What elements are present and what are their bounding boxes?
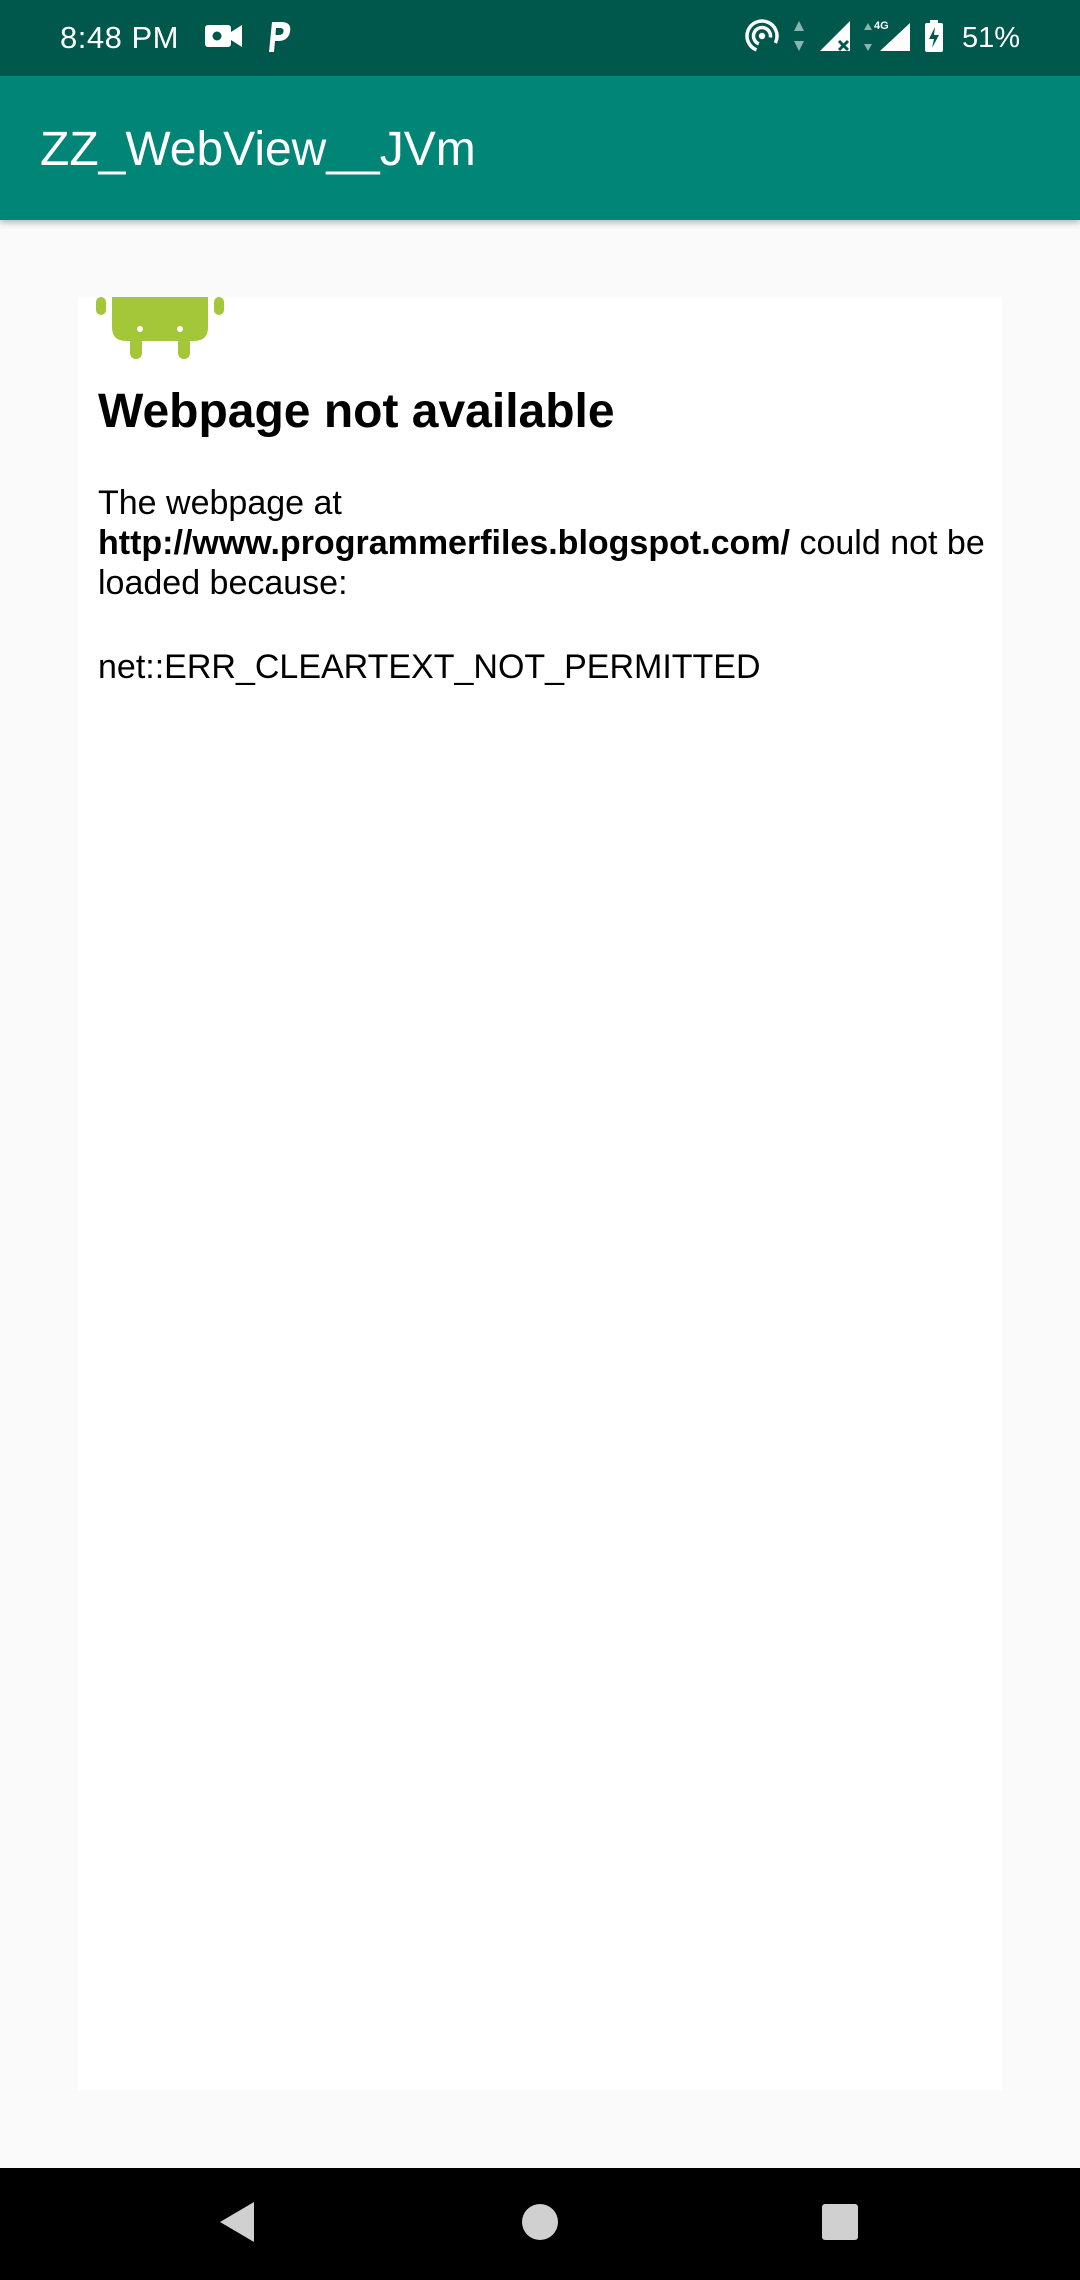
error-title: Webpage not available — [98, 385, 615, 438]
status-time: 8:48 PM — [60, 20, 179, 55]
home-button[interactable] — [510, 2194, 570, 2254]
app-bar: ZZ_WebView__JVm — [0, 76, 1080, 220]
battery-percentage: 51% — [961, 22, 1020, 54]
recents-button[interactable] — [810, 2194, 870, 2254]
back-icon — [218, 2200, 258, 2249]
navigation-bar — [0, 2168, 1080, 2280]
recents-icon — [820, 2202, 860, 2247]
status-left-icons — [204, 18, 294, 58]
hotspot-icon — [744, 18, 780, 59]
svg-text:4G: 4G — [874, 20, 889, 32]
webview[interactable]: Webpage not available The webpage at http… — [78, 297, 1002, 2090]
battery-icon — [924, 19, 944, 58]
signal-4g-icon: 4G — [863, 19, 912, 58]
status-right-icons: 4G 51% — [744, 18, 1020, 58]
error-code: net::ERR_CLEARTEXT_NOT_PERMITTED — [98, 648, 761, 686]
error-message-prefix: The webpage at — [98, 484, 342, 522]
data-activity-icon — [792, 19, 806, 58]
app-title: ZZ_WebView__JVm — [40, 123, 476, 176]
error-url: http://www.programmerfiles.blogspot.com/ — [98, 524, 791, 562]
home-icon — [520, 2202, 560, 2247]
signal-no-service-icon — [818, 19, 852, 58]
error-message: The webpage at http://www.programmerfiles… — [98, 483, 988, 603]
status-bar: 8:48 PM 4G 51% — [0, 0, 1080, 76]
android-logo-icon — [96, 297, 224, 361]
back-button[interactable] — [208, 2194, 268, 2254]
parking-icon — [264, 19, 294, 58]
video-camera-icon — [204, 21, 244, 56]
